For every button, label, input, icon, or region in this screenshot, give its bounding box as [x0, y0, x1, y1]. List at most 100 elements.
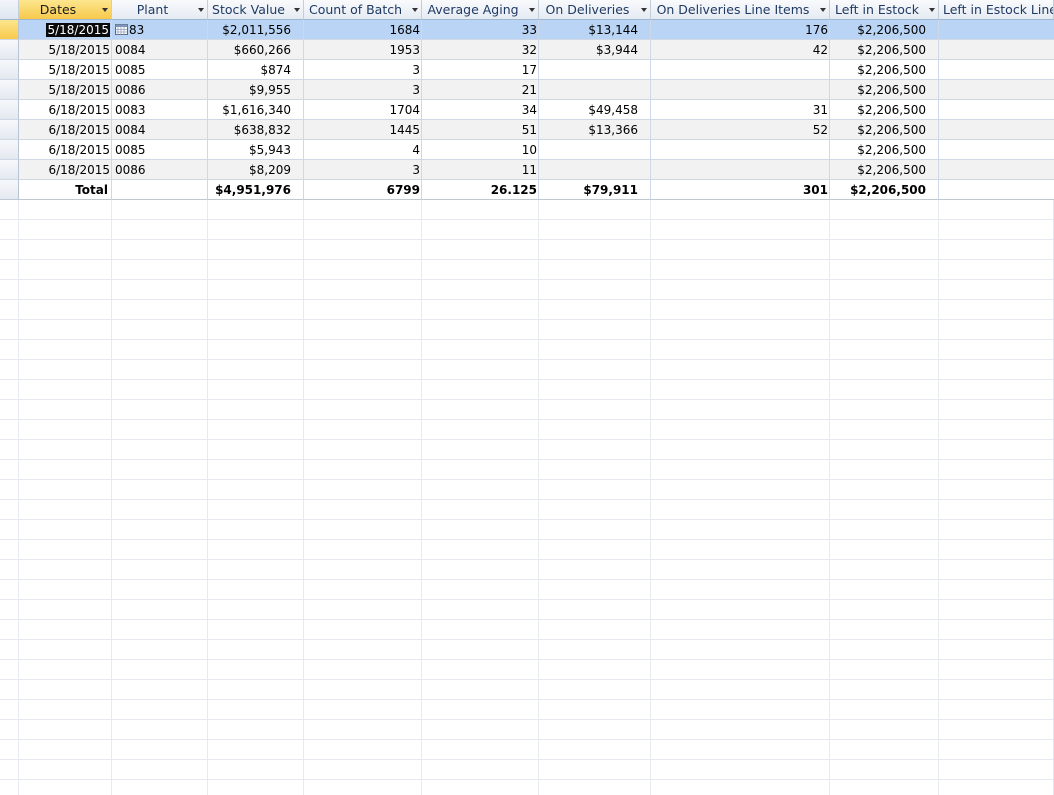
on-deliveries-cell[interactable]	[539, 80, 651, 100]
dates-cell[interactable]: 6/18/2015	[19, 160, 112, 180]
table-row[interactable]: 6/18/2015 0085 $5,943 4 10 $2,206,500	[0, 140, 1054, 160]
column-header-dates[interactable]: Dates	[19, 0, 112, 20]
left-in-estock-line-cell[interactable]	[939, 120, 1054, 140]
stock-value-cell[interactable]: $1,616,340	[208, 100, 304, 120]
table-row[interactable]: 5/18/2015 0084 $660,266 1953 32 $3,944 4…	[0, 40, 1054, 60]
column-header-left-in-estock[interactable]: Left in Estock	[830, 0, 939, 20]
on-deliveries-line-items-cell[interactable]: 42	[651, 40, 830, 60]
left-in-estock-line-cell[interactable]	[939, 60, 1054, 80]
left-in-estock-cell[interactable]: $2,206,500	[830, 20, 939, 40]
plant-cell[interactable]: 83	[112, 20, 208, 40]
on-deliveries-line-items-cell[interactable]: 176	[651, 20, 830, 40]
left-in-estock-line-cell[interactable]	[939, 40, 1054, 60]
chevron-down-icon[interactable]	[294, 8, 300, 12]
stock-value-cell[interactable]: $5,943	[208, 140, 304, 160]
column-header-on-deliveries[interactable]: On Deliveries	[539, 0, 651, 20]
count-of-batch-cell[interactable]: 4	[304, 140, 422, 160]
table-row[interactable]: 5/18/2015 83 $2,011,556 1684 33 $13,144 …	[0, 20, 1054, 40]
stock-value-cell[interactable]: $9,955	[208, 80, 304, 100]
calendar-icon[interactable]	[115, 24, 128, 35]
average-aging-cell[interactable]: 33	[422, 20, 539, 40]
left-in-estock-cell[interactable]: $2,206,500	[830, 60, 939, 80]
table-row[interactable]: 6/18/2015 0084 $638,832 1445 51 $13,366 …	[0, 120, 1054, 140]
column-header-on-deliveries-line-items[interactable]: On Deliveries Line Items	[651, 0, 830, 20]
on-deliveries-line-items-cell[interactable]: 52	[651, 120, 830, 140]
chevron-down-icon[interactable]	[529, 8, 535, 12]
column-header-left-in-estock-line[interactable]: Left in Estock Line	[939, 0, 1054, 20]
average-aging-cell[interactable]: 17	[422, 60, 539, 80]
on-deliveries-cell[interactable]	[539, 140, 651, 160]
dates-cell[interactable]: 5/18/2015	[19, 40, 112, 60]
left-in-estock-line-cell[interactable]	[939, 80, 1054, 100]
count-of-batch-cell[interactable]: 1704	[304, 100, 422, 120]
stock-value-cell[interactable]: $2,011,556	[208, 20, 304, 40]
select-all-corner[interactable]	[0, 0, 19, 20]
plant-cell[interactable]: 0086	[112, 80, 208, 100]
on-deliveries-line-items-cell[interactable]	[651, 60, 830, 80]
average-aging-cell[interactable]: 11	[422, 160, 539, 180]
dates-edit-value[interactable]: 5/18/2015	[46, 23, 110, 37]
total-stock-value[interactable]: $4,951,976	[208, 180, 304, 200]
left-in-estock-cell[interactable]: $2,206,500	[830, 40, 939, 60]
stock-value-cell[interactable]: $8,209	[208, 160, 304, 180]
average-aging-cell[interactable]: 51	[422, 120, 539, 140]
count-of-batch-cell[interactable]: 3	[304, 160, 422, 180]
left-in-estock-line-cell[interactable]	[939, 160, 1054, 180]
average-aging-cell[interactable]: 32	[422, 40, 539, 60]
chevron-down-icon[interactable]	[412, 8, 418, 12]
record-selector[interactable]	[0, 120, 19, 140]
total-on-deliveries[interactable]: $79,911	[539, 180, 651, 200]
table-row[interactable]: 5/18/2015 0085 $874 3 17 $2,206,500	[0, 60, 1054, 80]
dates-cell[interactable]: 5/18/2015	[19, 80, 112, 100]
plant-cell[interactable]: 0084	[112, 40, 208, 60]
dates-cell[interactable]: 6/18/2015	[19, 100, 112, 120]
record-selector[interactable]	[0, 60, 19, 80]
chevron-down-icon[interactable]	[820, 8, 826, 12]
table-row[interactable]: 5/18/2015 0086 $9,955 3 21 $2,206,500	[0, 80, 1054, 100]
stock-value-cell[interactable]: $660,266	[208, 40, 304, 60]
record-selector[interactable]	[0, 160, 19, 180]
total-on-deliveries-line-items[interactable]: 301	[651, 180, 830, 200]
total-average-aging[interactable]: 26.125	[422, 180, 539, 200]
dates-cell[interactable]: 5/18/2015	[19, 60, 112, 80]
left-in-estock-cell[interactable]: $2,206,500	[830, 140, 939, 160]
column-header-average-aging[interactable]: Average Aging	[422, 0, 539, 20]
left-in-estock-line-cell[interactable]	[939, 20, 1054, 40]
count-of-batch-cell[interactable]: 1445	[304, 120, 422, 140]
record-selector[interactable]	[0, 100, 19, 120]
left-in-estock-cell[interactable]: $2,206,500	[830, 160, 939, 180]
record-selector[interactable]	[0, 40, 19, 60]
plant-cell[interactable]: 0086	[112, 160, 208, 180]
average-aging-cell[interactable]: 34	[422, 100, 539, 120]
average-aging-cell[interactable]: 10	[422, 140, 539, 160]
count-of-batch-cell[interactable]: 1684	[304, 20, 422, 40]
record-selector[interactable]	[0, 80, 19, 100]
dates-cell[interactable]: 6/18/2015	[19, 140, 112, 160]
table-row[interactable]: 6/18/2015 0083 $1,616,340 1704 34 $49,45…	[0, 100, 1054, 120]
chevron-down-icon[interactable]	[929, 8, 935, 12]
on-deliveries-cell[interactable]: $13,366	[539, 120, 651, 140]
record-selector[interactable]	[0, 20, 19, 40]
plant-cell[interactable]: 0083	[112, 100, 208, 120]
total-count-of-batch[interactable]: 6799	[304, 180, 422, 200]
left-in-estock-cell[interactable]: $2,206,500	[830, 100, 939, 120]
dates-cell[interactable]: 6/18/2015	[19, 120, 112, 140]
left-in-estock-line-cell[interactable]	[939, 140, 1054, 160]
on-deliveries-cell[interactable]: $13,144	[539, 20, 651, 40]
chevron-down-icon[interactable]	[102, 8, 108, 12]
on-deliveries-cell[interactable]	[539, 60, 651, 80]
plant-cell[interactable]: 0085	[112, 60, 208, 80]
column-header-stock-value[interactable]: Stock Value	[208, 0, 304, 20]
on-deliveries-line-items-cell[interactable]	[651, 160, 830, 180]
left-in-estock-cell[interactable]: $2,206,500	[830, 120, 939, 140]
stock-value-cell[interactable]: $874	[208, 60, 304, 80]
stock-value-cell[interactable]: $638,832	[208, 120, 304, 140]
chevron-down-icon[interactable]	[198, 8, 204, 12]
on-deliveries-cell[interactable]: $49,458	[539, 100, 651, 120]
left-in-estock-cell[interactable]: $2,206,500	[830, 80, 939, 100]
count-of-batch-cell[interactable]: 3	[304, 80, 422, 100]
on-deliveries-cell[interactable]	[539, 160, 651, 180]
average-aging-cell[interactable]: 21	[422, 80, 539, 100]
total-left-in-estock[interactable]: $2,206,500	[830, 180, 939, 200]
on-deliveries-line-items-cell[interactable]	[651, 80, 830, 100]
